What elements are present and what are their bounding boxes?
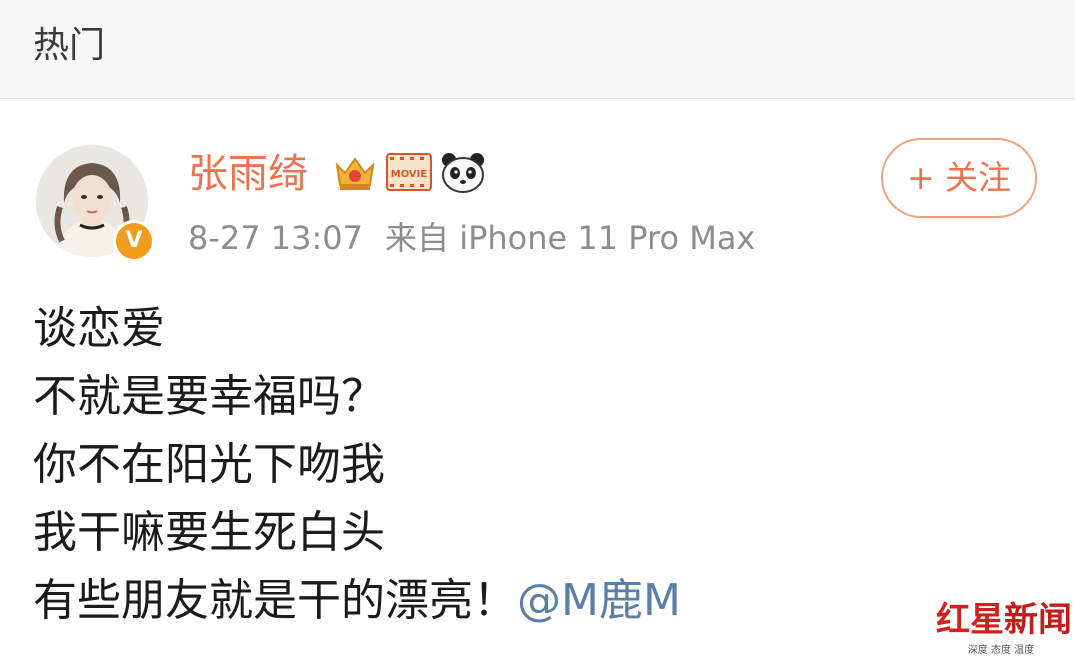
- follow-button[interactable]: + 关注: [881, 138, 1037, 218]
- watermark-logo: 红星新闻: [936, 600, 1072, 640]
- post-body: 谈恋爱 不就是要幸福吗？ 你不在阳光下吻我 我干嘛要生死白头 有些朋友就是干的漂…: [33, 295, 681, 635]
- page-title: 热门: [33, 25, 106, 66]
- top-bar: 热门: [0, 0, 1075, 99]
- movie-badge-text: MOVIE: [391, 169, 428, 180]
- watermark-logo-part1: 红星: [936, 600, 1004, 640]
- movie-icon: MOVIE: [386, 153, 432, 191]
- mention-link[interactable]: @M鹿M: [517, 575, 681, 626]
- post-time: 8-27 13:07: [188, 219, 364, 257]
- verified-badge-icon: V: [113, 220, 155, 262]
- post-source: 来自 iPhone 11 Pro Max: [385, 219, 756, 257]
- watermark: 红星新闻 深度 态度 温度: [936, 600, 1072, 662]
- post-line-text: 有些朋友就是干的漂亮！: [33, 575, 517, 626]
- post-meta: 8-27 13:07 来自 iPhone 11 Pro Max: [188, 216, 755, 260]
- panda-icon: [442, 153, 484, 193]
- post-line: 我干嘛要生死白头: [33, 507, 385, 558]
- crown-icon: [335, 157, 375, 190]
- post-line: 你不在阳光下吻我: [33, 439, 385, 490]
- post-line: 谈恋爱: [33, 303, 165, 354]
- username[interactable]: 张雨绮: [188, 148, 308, 200]
- post-line-last: 有些朋友就是干的漂亮！@M鹿M: [33, 567, 681, 635]
- watermark-logo-part2: 新闻: [1004, 600, 1072, 640]
- watermark-tagline: 深度 态度 温度: [967, 645, 1035, 656]
- post-line: 不就是要幸福吗？: [33, 371, 385, 422]
